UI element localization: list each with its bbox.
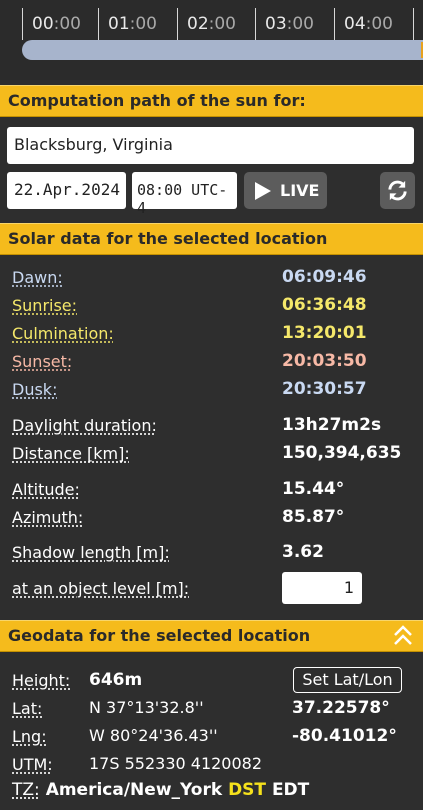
object-level-label: at an object level [m]: — [12, 579, 189, 598]
set-lat-lon-button[interactable]: Set Lat/Lon — [293, 667, 402, 693]
distance-label: Distance [km]: — [12, 444, 130, 463]
height-label: Height: — [12, 671, 70, 690]
play-icon — [253, 181, 273, 201]
utm-value: 17S 552330 4120082 — [89, 754, 262, 773]
tz-value: America/New_York — [46, 780, 222, 800]
daylight-duration-label: Daylight duration: — [12, 416, 157, 435]
timeline-hour-00: 00:00 — [22, 8, 81, 40]
live-button-label: LIVE — [280, 181, 319, 200]
live-button[interactable]: LIVE — [244, 172, 327, 209]
dusk-value: 20:30:57 — [282, 379, 367, 399]
location-input[interactable]: Blacksburg, Virginia — [7, 127, 414, 164]
timeline-hour-02: 02:00 — [177, 8, 236, 40]
dawn-value: 06:09:46 — [282, 267, 367, 287]
tz-abbr: EDT — [272, 780, 309, 800]
azimuth-label: Azimuth: — [12, 508, 83, 527]
sunrise-label: Sunrise: — [12, 296, 77, 315]
lng-decimal-value: -80.41012° — [292, 726, 397, 746]
dusk-label: Dusk: — [12, 380, 57, 399]
shadow-length-label: Shadow length [m]: — [12, 543, 170, 562]
computation-header: Computation path of the sun for: — [0, 85, 423, 117]
dawn-label: Dawn: — [12, 268, 63, 287]
computation-header-title: Computation path of the sun for: — [8, 91, 306, 110]
utm-label: UTM: — [12, 755, 53, 774]
sunset-value: 20:03:50 — [282, 351, 367, 371]
sunset-label: Sunset: — [12, 352, 72, 371]
timezone-line: TZ: America/New_York DST EDT — [12, 780, 309, 800]
height-value: 646m — [89, 670, 142, 690]
lng-label: Lng: — [12, 727, 47, 746]
timeline-hour-tick — [413, 8, 423, 40]
lat-dms-value: N 37°13'32.8'' — [89, 698, 204, 717]
time-input[interactable]: 08:00 UTC-4 — [132, 172, 237, 209]
shadow-length-value: 3.62 — [282, 542, 324, 562]
timeline-hour-04: 04:00 — [334, 8, 393, 40]
tz-dst-badge: DST — [228, 780, 266, 800]
object-level-input[interactable]: 1 — [282, 572, 362, 604]
geodata-header[interactable]: Geodata for the selected location — [0, 620, 423, 652]
azimuth-value: 85.87° — [282, 507, 344, 527]
timeline-hour-01: 01:00 — [98, 8, 157, 40]
lat-label: Lat: — [12, 699, 42, 718]
geodata-header-title: Geodata for the selected location — [8, 626, 310, 645]
sun-calculator-panel: 00:00 01:00 02:00 03:00 04:00 Computatio… — [0, 0, 423, 810]
solar-header: Solar data for the selected location — [0, 223, 423, 255]
culmination-label: Culmination: — [12, 324, 114, 343]
solar-header-title: Solar data for the selected location — [8, 229, 327, 248]
timeline[interactable]: 00:00 01:00 02:00 03:00 04:00 — [0, 0, 423, 80]
refresh-button[interactable] — [380, 172, 415, 209]
date-input[interactable]: 22.Apr.2024 — [7, 172, 126, 209]
lng-dms-value: W 80°24'36.43'' — [89, 726, 218, 745]
daylight-duration-value: 13h27m2s — [282, 415, 381, 435]
chevron-up-icon[interactable] — [393, 625, 413, 649]
altitude-value: 15.44° — [282, 479, 344, 499]
distance-value: 150,394,635 — [282, 443, 401, 463]
refresh-icon — [386, 179, 409, 202]
sunrise-value: 06:36:48 — [282, 295, 367, 315]
timeline-hour-03: 03:00 — [255, 8, 314, 40]
timeline-track[interactable] — [22, 40, 423, 60]
lat-decimal-value: 37.22578° — [292, 698, 390, 718]
culmination-value: 13:20:01 — [282, 323, 367, 343]
tz-label: TZ: — [12, 780, 40, 800]
altitude-label: Altitude: — [12, 480, 80, 499]
